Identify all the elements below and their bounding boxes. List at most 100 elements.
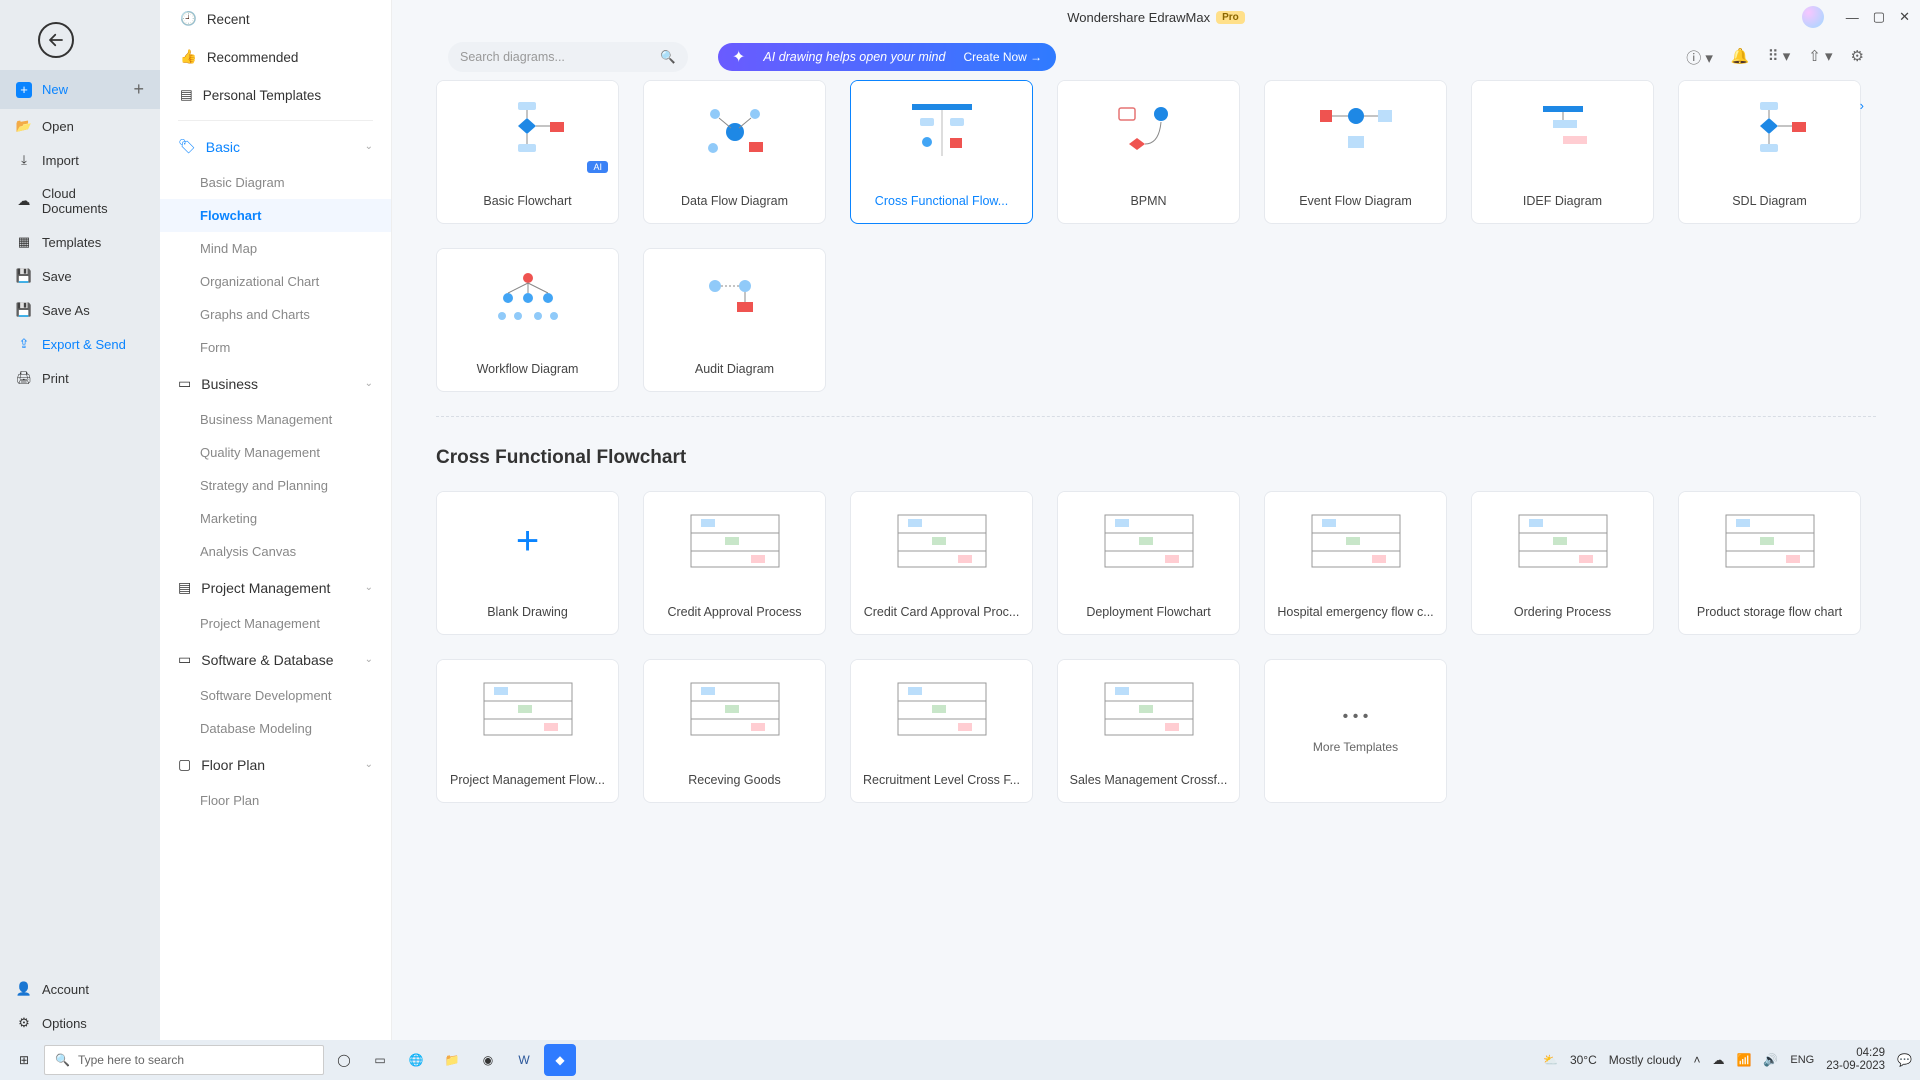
template-card[interactable]: Hospital emergency flow c... [1264,491,1447,635]
type-card[interactable]: SDL Diagram [1678,80,1861,224]
type-card[interactable]: BPMN [1057,80,1240,224]
sub-pm[interactable]: Project Management [160,607,391,640]
chrome-icon[interactable]: ◉ [472,1044,504,1076]
type-card[interactable]: Event Flow Diagram [1264,80,1447,224]
cortana-icon[interactable]: ◯ [328,1044,360,1076]
ai-create-button[interactable]: Create Now → [963,50,1042,64]
card-label: Event Flow Diagram [1265,179,1446,223]
sub-graphs[interactable]: Graphs and Charts [160,298,391,331]
avatar[interactable] [1802,6,1824,28]
nav-templates[interactable]: ▦Templates [0,225,160,259]
card-label: Cross Functional Flow... [851,179,1032,223]
nav-import[interactable]: ⤓Import [0,143,160,177]
type-card[interactable]: IDEF Diagram [1471,80,1654,224]
taskview-icon[interactable]: ▭ [364,1044,396,1076]
app-title: Wondershare EdrawMax [1067,10,1210,25]
taskbar-clock[interactable]: 04:29 23-09-2023 [1826,1047,1885,1073]
nav-cloud[interactable]: ☁Cloud Documents [0,177,160,225]
edge-icon[interactable]: 🌐 [400,1044,432,1076]
nav-open[interactable]: 📂Open [0,109,160,143]
type-card[interactable]: Audit Diagram [643,248,826,392]
back-button[interactable] [38,22,74,58]
cat-basic[interactable]: 🏷Basic⌄ [160,127,391,166]
template-card[interactable]: Ordering Process [1471,491,1654,635]
template-card[interactable]: Product storage flow chart [1678,491,1861,635]
sub-flowchart[interactable]: Flowchart [160,199,391,232]
start-button[interactable]: ⊞ [8,1044,40,1076]
card-label: Sales Management Crossf... [1058,758,1239,802]
nav-save[interactable]: 💾Save [0,259,160,293]
tray-wifi-icon[interactable]: 📶 [1736,1053,1751,1067]
sub-qm[interactable]: Quality Management [160,436,391,469]
edraw-icon[interactable]: ◆ [544,1044,576,1076]
sub-floor[interactable]: Floor Plan [160,784,391,817]
action-center-icon[interactable]: 💬 [1897,1053,1912,1067]
type-card[interactable]: Workflow Diagram [436,248,619,392]
template-card[interactable]: Credit Approval Process [643,491,826,635]
sub-basic-diagram[interactable]: Basic Diagram [160,166,391,199]
template-card[interactable]: Sales Management Crossf... [1057,659,1240,803]
share-icon[interactable]: ⇧ ▾ [1808,47,1832,68]
plus-icon: + [16,82,32,98]
template-card[interactable]: Recruitment Level Cross F... [850,659,1033,803]
template-card[interactable]: Project Management Flow... [436,659,619,803]
card-label: IDEF Diagram [1472,179,1653,223]
search-input[interactable]: Search diagrams... 🔍 [448,42,688,72]
settings-icon[interactable]: ⚙ [1851,47,1864,68]
nav-account[interactable]: 👤Account [0,972,160,1006]
close-button[interactable]: ✕ [1899,9,1910,25]
template-card[interactable]: Credit Card Approval Proc... [850,491,1033,635]
sub-dbm[interactable]: Database Modeling [160,712,391,745]
template-card[interactable]: Receving Goods [643,659,826,803]
tray-volume-icon[interactable]: 🔊 [1763,1053,1778,1067]
sub-mindmap[interactable]: Mind Map [160,232,391,265]
bell-icon[interactable]: 🔔 [1731,47,1750,68]
sub-sp[interactable]: Strategy and Planning [160,469,391,502]
weather-icon[interactable]: ⛅ [1543,1053,1558,1067]
nav-recent[interactable]: 🕘Recent [160,0,391,38]
word-icon[interactable]: W [508,1044,540,1076]
cat-sw[interactable]: ▭Software & Database⌄ [160,640,391,679]
sub-orgchart[interactable]: Organizational Chart [160,265,391,298]
nav-personal-templates[interactable]: ▤Personal Templates [160,76,391,114]
nav-options[interactable]: ⚙Options [0,1006,160,1040]
more-templates-card[interactable]: • • •More Templates [1264,659,1447,803]
tray-lang[interactable]: ENG [1790,1054,1814,1066]
card-label: Blank Drawing [437,590,618,634]
sub-form[interactable]: Form [160,331,391,364]
sub-bm[interactable]: Business Management [160,403,391,436]
cat-floor[interactable]: ▢Floor Plan⌄ [160,745,391,784]
content-scroll[interactable]: AIBasic FlowchartData Flow Diagram Cross … [392,80,1920,1040]
template-card[interactable]: Deployment Flowchart [1057,491,1240,635]
type-card[interactable]: AIBasic Flowchart [436,80,619,224]
template-card[interactable]: +Blank Drawing [436,491,619,635]
maximize-button[interactable]: ▢ [1873,9,1885,25]
type-card[interactable]: Cross Functional Flow... [850,80,1033,224]
chevron-down-icon: ⌄ [365,582,373,593]
saveas-icon: 💾 [16,302,32,318]
sub-ac[interactable]: Analysis Canvas [160,535,391,568]
explorer-icon[interactable]: 📁 [436,1044,468,1076]
cat-pm[interactable]: ▤Project Management⌄ [160,568,391,607]
nav-print[interactable]: 🖨Print [0,361,160,395]
taskbar-search[interactable]: 🔍Type here to search [44,1045,324,1075]
sub-mkt[interactable]: Marketing [160,502,391,535]
help-icon[interactable]: ⓘ ▾ [1686,47,1713,68]
nav-saveas[interactable]: 💾Save As [0,293,160,327]
card-thumb [1058,81,1239,179]
nav-recommended[interactable]: 👍Recommended [160,38,391,76]
card-thumb [851,660,1032,758]
type-card[interactable]: Data Flow Diagram [643,80,826,224]
sub-sd[interactable]: Software Development [160,679,391,712]
search-icon: 🔍 [55,1053,70,1067]
ai-banner[interactable]: ✦ AI drawing helps open your mind Create… [718,43,1056,71]
nav-new[interactable]: + New + [0,70,160,109]
tray-chevron-icon[interactable]: ˄ [1693,1053,1700,1067]
minimize-button[interactable]: — [1846,10,1859,25]
cat-business[interactable]: ▭Business⌄ [160,364,391,403]
tray-onedrive-icon[interactable]: ☁ [1712,1053,1724,1067]
file-sidebar: + New + 📂Open ⤓Import ☁Cloud Documents ▦… [0,0,160,1040]
add-icon[interactable]: + [133,79,144,100]
apps-icon[interactable]: ⠿ ▾ [1768,47,1791,68]
nav-export[interactable]: ⇪Export & Send [0,327,160,361]
